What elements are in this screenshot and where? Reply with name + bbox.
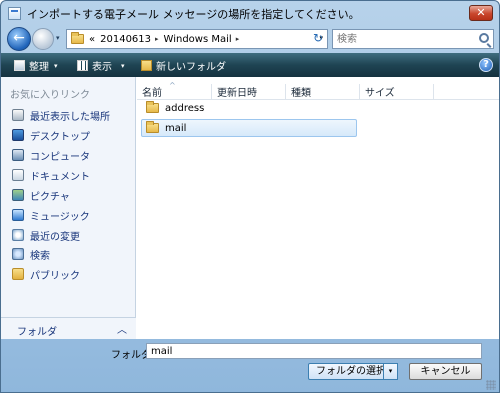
- help-icon[interactable]: ?: [479, 58, 493, 72]
- new-folder-icon: [141, 60, 152, 71]
- new-folder-label: 新しいフォルダ: [156, 62, 226, 73]
- chevron-down-icon: ▾: [388, 367, 393, 375]
- views-label: 表示: [92, 62, 112, 73]
- nav-item-label: ピクチャ: [30, 191, 70, 203]
- breadcrumb-separator-icon[interactable]: ▸: [155, 35, 159, 43]
- recent-changes-icon: [12, 229, 24, 241]
- folders-label: フォルダ: [17, 327, 57, 338]
- column-header-label: 名前: [142, 88, 162, 99]
- nav-item-music[interactable]: ミュージック: [12, 206, 90, 224]
- forward-button[interactable]: [32, 28, 54, 50]
- new-folder-button[interactable]: 新しいフォルダ: [141, 58, 226, 73]
- nav-item-search[interactable]: 検索: [12, 245, 50, 263]
- column-header-name[interactable]: ^ 名前: [137, 81, 212, 100]
- file-row-mail[interactable]: mail: [141, 119, 357, 137]
- column-header-size[interactable]: サイズ: [360, 84, 434, 100]
- nav-item-label: コンピュータ: [30, 151, 90, 163]
- content-area: お気に入りリンク 最近表示した場所 デスクトップ コンピュータ ドキュメント ピ…: [1, 77, 499, 339]
- nav-item-pictures[interactable]: ピクチャ: [12, 186, 70, 204]
- computer-icon: [12, 149, 24, 161]
- folder-icon: [146, 121, 159, 133]
- folder-picker-dialog: インポートする電子メール メッセージの場所を指定してください。 ✕ ← ▾ « …: [0, 0, 500, 393]
- views-menu-button[interactable]: 表示 ▾: [77, 58, 125, 73]
- nav-item-documents[interactable]: ドキュメント: [12, 166, 90, 184]
- title-bar: インポートする電子メール メッセージの場所を指定してください。 ✕: [1, 1, 499, 25]
- select-folder-dropdown[interactable]: ▾: [383, 363, 398, 380]
- column-header-label: サイズ: [365, 88, 395, 99]
- column-header-label: 種類: [291, 88, 311, 99]
- sort-ascending-icon: ^: [169, 81, 176, 90]
- nav-item-recent-places[interactable]: 最近表示した場所: [12, 106, 110, 124]
- file-name: mail: [165, 122, 187, 134]
- breadcrumb-separator-icon[interactable]: ▸: [236, 35, 240, 43]
- folder-icon: [146, 101, 159, 113]
- navigation-pane: お気に入りリンク 最近表示した場所 デスクトップ コンピュータ ドキュメント ピ…: [1, 77, 136, 339]
- chevron-down-icon: ▾: [54, 61, 58, 70]
- column-header-date-modified[interactable]: 更新日時: [212, 84, 286, 100]
- folder-icon: [71, 32, 84, 44]
- organize-menu-button[interactable]: 整理 ▾: [14, 58, 58, 73]
- music-icon: [12, 209, 24, 221]
- nav-item-desktop[interactable]: デスクトップ: [12, 126, 90, 144]
- nav-item-label: 最近の変更: [30, 231, 80, 243]
- nav-item-label: パブリック: [30, 270, 80, 282]
- nav-item-label: 検索: [30, 250, 50, 262]
- column-headers: ^ 名前 更新日時 種類 サイズ: [137, 81, 499, 100]
- search-icon[interactable]: [479, 33, 489, 43]
- breadcrumb-overflow[interactable]: «: [89, 34, 95, 45]
- address-bar[interactable]: « 20140613 ▸ Windows Mail ▸ ▾: [66, 29, 328, 49]
- resize-grip-icon[interactable]: [486, 380, 496, 390]
- file-list-pane: ^ 名前 更新日時 種類 サイズ address mail: [137, 77, 499, 339]
- address-row: ← ▾ « 20140613 ▸ Windows Mail ▸ ▾ ↻: [1, 25, 499, 53]
- nav-item-label: ドキュメント: [30, 171, 90, 183]
- nav-item-label: デスクトップ: [30, 131, 90, 143]
- close-icon: ✕: [476, 6, 486, 19]
- nav-item-computer[interactable]: コンピュータ: [12, 146, 90, 164]
- refresh-icon: ↻: [312, 31, 324, 45]
- chevron-down-icon: ▾: [121, 61, 125, 70]
- command-toolbar: 整理 ▾ 表示 ▾ 新しいフォルダ ?: [1, 53, 499, 77]
- dialog-footer: フォルダ: フォルダの選択 ▾ キャンセル: [1, 339, 499, 393]
- dialog-title: インポートする電子メール メッセージの場所を指定してください。: [27, 8, 360, 21]
- back-arrow-icon: ←: [13, 30, 25, 46]
- favorite-links-header: お気に入りリンク: [10, 90, 90, 101]
- nav-item-label: 最近表示した場所: [30, 111, 110, 123]
- back-button[interactable]: ←: [7, 27, 31, 51]
- chevron-up-icon: ︿: [117, 325, 127, 336]
- close-button[interactable]: ✕: [469, 5, 493, 21]
- desktop-icon: [12, 129, 24, 141]
- search-input[interactable]: [337, 32, 467, 46]
- column-header-label: 更新日時: [217, 88, 257, 99]
- nav-item-public[interactable]: パブリック: [12, 265, 80, 283]
- file-name: address: [165, 102, 205, 114]
- breadcrumb-item[interactable]: Windows Mail: [164, 34, 232, 45]
- column-header-type[interactable]: 種類: [286, 84, 360, 100]
- recent-places-icon: [12, 109, 24, 121]
- select-folder-label: フォルダの選択: [316, 366, 386, 377]
- views-icon: [77, 60, 88, 71]
- refresh-button[interactable]: ↻: [307, 29, 329, 49]
- recent-pages-dropdown[interactable]: ▾: [56, 34, 60, 42]
- public-folder-icon: [12, 268, 24, 280]
- nav-item-label: ミュージック: [30, 211, 90, 223]
- organize-label: 整理: [29, 62, 49, 73]
- cancel-button[interactable]: キャンセル: [409, 363, 482, 380]
- dialog-icon: [8, 7, 21, 20]
- pictures-icon: [12, 189, 24, 201]
- search-folder-icon: [12, 248, 24, 260]
- folders-toggle[interactable]: フォルダ ︿: [1, 317, 136, 339]
- file-row-address[interactable]: address: [141, 99, 357, 117]
- breadcrumb-item[interactable]: 20140613: [100, 34, 151, 45]
- organize-icon: [14, 60, 25, 71]
- search-box[interactable]: [332, 29, 494, 49]
- nav-item-recent-changes[interactable]: 最近の変更: [12, 226, 80, 244]
- documents-icon: [12, 169, 24, 181]
- folder-name-input[interactable]: [146, 343, 482, 359]
